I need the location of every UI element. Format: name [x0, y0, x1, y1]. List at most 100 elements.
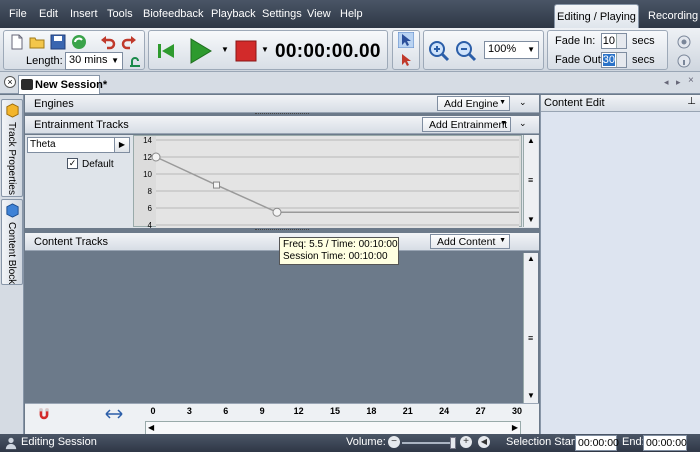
zoom-value: 100%: [488, 43, 517, 55]
scroll-left-icon[interactable]: ◀: [148, 423, 154, 432]
volume-down-icon[interactable]: −: [388, 436, 400, 448]
scroll-grip-icon[interactable]: ≡: [528, 175, 533, 185]
chevron-down-icon: ▼: [111, 56, 119, 65]
content-tracks-area[interactable]: [25, 253, 523, 403]
apply-length-icon[interactable]: [127, 54, 143, 70]
length-label: Length:: [26, 55, 63, 67]
frequency-point[interactable]: [151, 152, 161, 162]
tooltip-freq: Freq: 5.5 / Time: 00:10:00: [283, 239, 398, 250]
frequency-point[interactable]: [272, 207, 282, 217]
redo-icon[interactable]: [121, 34, 137, 50]
scroll-right-icon[interactable]: ▶: [512, 423, 518, 432]
status-bar: Editing Session Volume: − + ◀ Selection …: [0, 434, 700, 452]
close-panel-icon[interactable]: ×: [688, 75, 694, 86]
status-text: Editing Session: [21, 436, 97, 448]
mute-icon[interactable]: ◀: [478, 436, 490, 448]
pin-icon[interactable]: ⊥: [687, 96, 696, 107]
zoom-select[interactable]: 100% ▼: [484, 41, 539, 59]
playback-group: ▼ ▼ 00:00:00.00: [148, 30, 388, 70]
tab-content-block[interactable]: Content Block: [1, 199, 23, 285]
select-cursor-icon[interactable]: [398, 32, 414, 48]
menu-insert[interactable]: Insert: [70, 8, 98, 20]
scroll-up-icon[interactable]: ▲: [527, 254, 535, 263]
refresh-icon[interactable]: [71, 34, 87, 50]
scroll-up-icon[interactable]: ▲: [527, 136, 535, 145]
new-file-icon[interactable]: [9, 34, 25, 50]
entrainment-title: Entrainment Tracks: [34, 119, 129, 131]
fit-width-icon[interactable]: [105, 407, 123, 421]
zoom-out-icon[interactable]: [455, 40, 477, 62]
spinner-arrows-icon[interactable]: [616, 34, 626, 48]
scroll-down-icon[interactable]: ▼: [527, 391, 535, 400]
file-group: Length: 30 mins ▼: [3, 30, 145, 70]
tab-track-properties[interactable]: Track Properties: [1, 99, 23, 197]
menu-view[interactable]: View: [307, 8, 331, 20]
engines-title: Engines: [34, 98, 74, 110]
scroll-grip-icon[interactable]: ≡: [528, 333, 533, 343]
splitter-handle-2[interactable]: [255, 229, 309, 232]
tab-new-session[interactable]: New Session*: [18, 75, 107, 94]
save-icon[interactable]: [50, 34, 66, 50]
volume-label: Volume:: [346, 436, 386, 448]
edit-cursor-icon[interactable]: [398, 52, 414, 68]
fade-out-spinner[interactable]: 30: [601, 52, 627, 68]
menu-tools[interactable]: Tools: [107, 8, 133, 20]
volume-up-icon[interactable]: +: [460, 436, 472, 448]
add-engine-button[interactable]: Add Engine ▼: [437, 96, 510, 111]
fade-in-label: Fade In:: [555, 35, 596, 47]
end-field[interactable]: 00:00:00: [643, 435, 687, 451]
track-name-field[interactable]: Theta: [27, 137, 115, 153]
frequency-chart-svg[interactable]: 14 12 10 8 6 4: [134, 136, 523, 228]
menu-help[interactable]: Help: [340, 8, 363, 20]
scroll-left-icon[interactable]: ◂: [664, 77, 669, 88]
chart-vertical-scrollbar[interactable]: ▲ ≡ ▼: [523, 135, 538, 227]
info-icon[interactable]: [676, 53, 692, 69]
fade-in-spinner[interactable]: 10: [601, 33, 627, 49]
content-vertical-scrollbar[interactable]: ▲ ≡ ▼: [523, 253, 538, 403]
menu-playback[interactable]: Playback: [211, 8, 256, 20]
add-content-button[interactable]: Add Content ▼: [430, 234, 510, 249]
track-menu-button[interactable]: ▶: [114, 137, 130, 153]
tab-recording[interactable]: Recording: [642, 4, 700, 28]
volume-slider-thumb[interactable]: [450, 437, 456, 449]
tab-content-block-label: Content Block: [6, 222, 17, 285]
frequency-point[interactable]: [213, 181, 220, 189]
menu-edit[interactable]: Edit: [39, 8, 58, 20]
menu-file[interactable]: File: [9, 8, 27, 20]
scroll-down-icon[interactable]: ▼: [527, 215, 535, 224]
timeline-ruler[interactable]: 0 3 6 9 12 15 18 21 24 27 30 ◀ ▶: [25, 403, 539, 435]
settings-icon[interactable]: [676, 34, 692, 50]
session-icon: [21, 79, 33, 90]
zoom-in-icon[interactable]: [428, 40, 450, 62]
timeline-tick-label: 15: [329, 406, 340, 416]
menu-settings[interactable]: Settings: [262, 8, 302, 20]
content-edit-panel: Content Edit ⊥: [540, 95, 700, 435]
zoom-group: 100% ▼: [423, 30, 544, 70]
add-entrainment-button[interactable]: Add Entrainment ▼: [422, 117, 511, 132]
scroll-right-icon[interactable]: ▸: [676, 77, 681, 88]
spinner-arrows-icon[interactable]: [616, 53, 626, 67]
skip-to-start-icon[interactable]: [156, 41, 176, 61]
fade-out-value: 30: [602, 54, 615, 66]
close-icon[interactable]: ×: [4, 76, 16, 88]
frequency-chart[interactable]: 14 12 10 8 6 4: [133, 135, 523, 228]
tab-editing-playing[interactable]: Editing / Playing: [554, 4, 639, 28]
menu-biofeedback[interactable]: Biofeedback: [143, 8, 204, 20]
default-checkbox[interactable]: ✓: [67, 158, 78, 169]
collapse-icon[interactable]: ⌄: [519, 118, 527, 129]
play-icon[interactable]: [189, 37, 213, 65]
open-folder-icon[interactable]: [29, 34, 45, 50]
chart-tooltip: Freq: 5.5 / Time: 00:10:00 Session Time:…: [279, 237, 399, 265]
collapse-icon[interactable]: ⌄: [519, 97, 527, 108]
volume-slider[interactable]: [402, 442, 456, 444]
magnet-icon[interactable]: [37, 407, 51, 421]
record-options-chevron-icon[interactable]: ▼: [261, 45, 269, 54]
timeline-tick-label: 3: [186, 406, 192, 416]
selection-start-field[interactable]: 00:00:00: [575, 435, 619, 451]
entrainment-body: Theta ▶ ✓ Default 14 12 10 8 6 4 ▲ ≡ ▼: [25, 135, 539, 228]
record-stop-icon[interactable]: [235, 40, 257, 62]
length-select[interactable]: 30 mins ▼: [65, 52, 123, 70]
horizontal-scrollbar[interactable]: ◀ ▶: [145, 421, 521, 435]
undo-icon[interactable]: [100, 34, 116, 50]
play-options-chevron-icon[interactable]: ▼: [221, 45, 229, 54]
